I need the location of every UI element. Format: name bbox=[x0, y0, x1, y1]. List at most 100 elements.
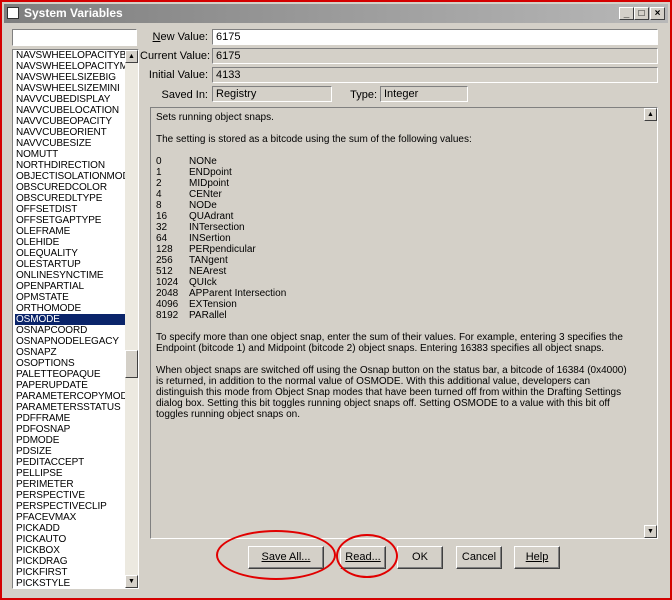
maximize-button[interactable]: □ bbox=[634, 7, 649, 20]
list-item[interactable]: ORTHOMODE bbox=[15, 303, 125, 314]
initial-value-field: 4133 bbox=[212, 67, 658, 83]
bitcode-row: 64 INSertion bbox=[156, 233, 636, 244]
bitcode-value: 0 bbox=[156, 156, 162, 167]
list-item[interactable]: NORTHDIRECTION bbox=[15, 160, 125, 171]
list-item[interactable]: PICKAUTO bbox=[15, 534, 125, 545]
list-item[interactable]: NAVSWHEELOPACITYBIG bbox=[15, 50, 125, 61]
bitcode-name: PARallel bbox=[189, 310, 227, 321]
list-item[interactable]: PERSPECTIVE bbox=[15, 490, 125, 501]
list-item[interactable]: OBSCUREDCOLOR bbox=[15, 182, 125, 193]
minimize-button[interactable]: _ bbox=[619, 7, 634, 20]
list-item[interactable]: OBJECTISOLATIONMODE bbox=[15, 171, 125, 182]
list-item[interactable]: OBSCUREDLTYPE bbox=[15, 193, 125, 204]
cancel-button[interactable]: Cancel bbox=[456, 546, 502, 569]
bitcode-value: 128 bbox=[156, 244, 173, 255]
list-item[interactable]: ONLINESYNCTIME bbox=[15, 270, 125, 281]
bitcode-row: 0 NONe bbox=[156, 156, 636, 167]
scroll-thumb[interactable] bbox=[125, 350, 138, 378]
close-button[interactable]: × bbox=[650, 7, 665, 20]
list-item[interactable]: OFFSETDIST bbox=[15, 204, 125, 215]
bitcode-value: 64 bbox=[156, 233, 168, 244]
description-panel: Sets running object snaps. The setting i… bbox=[150, 107, 658, 539]
variable-list[interactable]: NAVSWHEELOPACITYBIGNAVSWHEELOPACITYMININ… bbox=[12, 49, 139, 589]
bitcode-row: 512 NEArest bbox=[156, 266, 636, 277]
current-value-label: Current Value: bbox=[140, 50, 211, 62]
list-item[interactable]: OFFSETGAPTYPE bbox=[15, 215, 125, 226]
save-all-button[interactable]: Save All... bbox=[248, 546, 324, 569]
help-button[interactable]: Help bbox=[514, 546, 560, 569]
scroll-up-arrow-icon[interactable]: ▲ bbox=[125, 50, 138, 63]
bitcode-name: APParent Intersection bbox=[189, 288, 287, 299]
bitcode-value: 1 bbox=[156, 167, 162, 178]
scroll-down-arrow-icon[interactable]: ▼ bbox=[125, 575, 138, 588]
bitcode-row: 8 NODe bbox=[156, 200, 636, 211]
read-button[interactable]: Read... bbox=[340, 546, 386, 569]
bitcode-row: 32 INTersection bbox=[156, 222, 636, 233]
list-item[interactable]: PALETTEOPAQUE bbox=[15, 369, 125, 380]
list-item[interactable]: OLEHIDE bbox=[15, 237, 125, 248]
variable-filter-input[interactable] bbox=[12, 29, 137, 46]
description-scroll-up-icon[interactable]: ▲ bbox=[644, 108, 657, 121]
list-item[interactable]: NAVVCUBELOCATION bbox=[15, 105, 125, 116]
new-value-input[interactable]: 6175 bbox=[212, 29, 658, 45]
list-item[interactable]: PDFFRAME bbox=[15, 413, 125, 424]
description-scrollbar[interactable]: ▲ ▼ bbox=[644, 108, 657, 538]
list-item[interactable]: PFACEVMAX bbox=[15, 512, 125, 523]
bitcode-row: 2048 APParent Intersection bbox=[156, 288, 636, 299]
bitcode-name: PERpendicular bbox=[189, 244, 256, 255]
list-item[interactable]: OSOPTIONS bbox=[15, 358, 125, 369]
bitcode-name: INTersection bbox=[189, 222, 245, 233]
description-text: Sets running object snaps. The setting i… bbox=[156, 112, 636, 431]
list-item[interactable]: PARAMETERSSTATUS bbox=[15, 402, 125, 413]
list-item[interactable]: NAVVCUBEDISPLAY bbox=[15, 94, 125, 105]
list-item[interactable]: PERSPECTIVECLIP bbox=[15, 501, 125, 512]
list-item[interactable]: OSNAPZ bbox=[15, 347, 125, 358]
list-item[interactable]: PICKDRAG bbox=[15, 556, 125, 567]
list-item[interactable]: PEDITACCEPT bbox=[15, 457, 125, 468]
list-item[interactable]: NAVVCUBEOPACITY bbox=[15, 116, 125, 127]
description-intro: The setting is stored as a bitcode using… bbox=[156, 134, 472, 145]
bitcode-value: 8 bbox=[156, 200, 162, 211]
ok-button[interactable]: OK bbox=[397, 546, 443, 569]
list-item[interactable]: NAVSWHEELSIZEBIG bbox=[15, 72, 125, 83]
list-item[interactable]: OSNAPCOORD bbox=[15, 325, 125, 336]
list-item[interactable]: OLESTARTUP bbox=[15, 259, 125, 270]
description-paragraph-1: To specify more than one object snap, en… bbox=[156, 332, 623, 354]
bitcode-value: 4096 bbox=[156, 299, 179, 310]
bitcode-value: 256 bbox=[156, 255, 173, 266]
list-item[interactable]: NAVVCUBEORIENT bbox=[15, 127, 125, 138]
list-item[interactable]: NAVSWHEELOPACITYMINI bbox=[15, 61, 125, 72]
list-item[interactable]: NAVVCUBESIZE bbox=[15, 138, 125, 149]
list-item[interactable]: NOMUTT bbox=[15, 149, 125, 160]
list-item[interactable]: PICKFIRST bbox=[15, 567, 125, 578]
bitcode-value: 8192 bbox=[156, 310, 179, 321]
list-item[interactable]: PICKBOX bbox=[15, 545, 125, 556]
bitcode-name: TANgent bbox=[189, 255, 228, 266]
list-item[interactable]: PELLIPSE bbox=[15, 468, 125, 479]
list-item[interactable]: PAPERUPDATE bbox=[15, 380, 125, 391]
list-item[interactable]: OLEQUALITY bbox=[15, 248, 125, 259]
bitcode-row: 4 CENter bbox=[156, 189, 636, 200]
list-item[interactable]: PERIMETER bbox=[15, 479, 125, 490]
initial-value-label: Initial Value: bbox=[148, 69, 208, 81]
list-item[interactable]: OPMSTATE bbox=[15, 292, 125, 303]
list-item[interactable]: PICKADD bbox=[15, 523, 125, 534]
bitcode-name: NEArest bbox=[189, 266, 227, 277]
list-item[interactable]: PDMODE bbox=[15, 435, 125, 446]
list-item[interactable]: OLEFRAME bbox=[15, 226, 125, 237]
bitcode-value: 32 bbox=[156, 222, 168, 233]
bitcode-row: 256 TANgent bbox=[156, 255, 636, 266]
variable-list-scrollbar[interactable]: ▲ ▼ bbox=[125, 50, 138, 588]
title-bar[interactable]: System Variables _ □ × bbox=[4, 4, 668, 23]
list-item[interactable]: OSNAPNODELEGACY bbox=[15, 336, 125, 347]
list-item[interactable]: OPENPARTIAL bbox=[15, 281, 125, 292]
list-item[interactable]: OSMODE bbox=[15, 314, 125, 325]
bitcode-name: CENter bbox=[189, 189, 222, 200]
list-item[interactable]: PDSIZE bbox=[15, 446, 125, 457]
list-item[interactable]: NAVSWHEELSIZEMINI bbox=[15, 83, 125, 94]
list-item[interactable]: PICKSTYLE bbox=[15, 578, 125, 588]
description-scroll-down-icon[interactable]: ▼ bbox=[644, 525, 657, 538]
window-app-icon bbox=[7, 7, 19, 19]
list-item[interactable]: PARAMETERCOPYMODE bbox=[15, 391, 125, 402]
list-item[interactable]: PDFOSNAP bbox=[15, 424, 125, 435]
